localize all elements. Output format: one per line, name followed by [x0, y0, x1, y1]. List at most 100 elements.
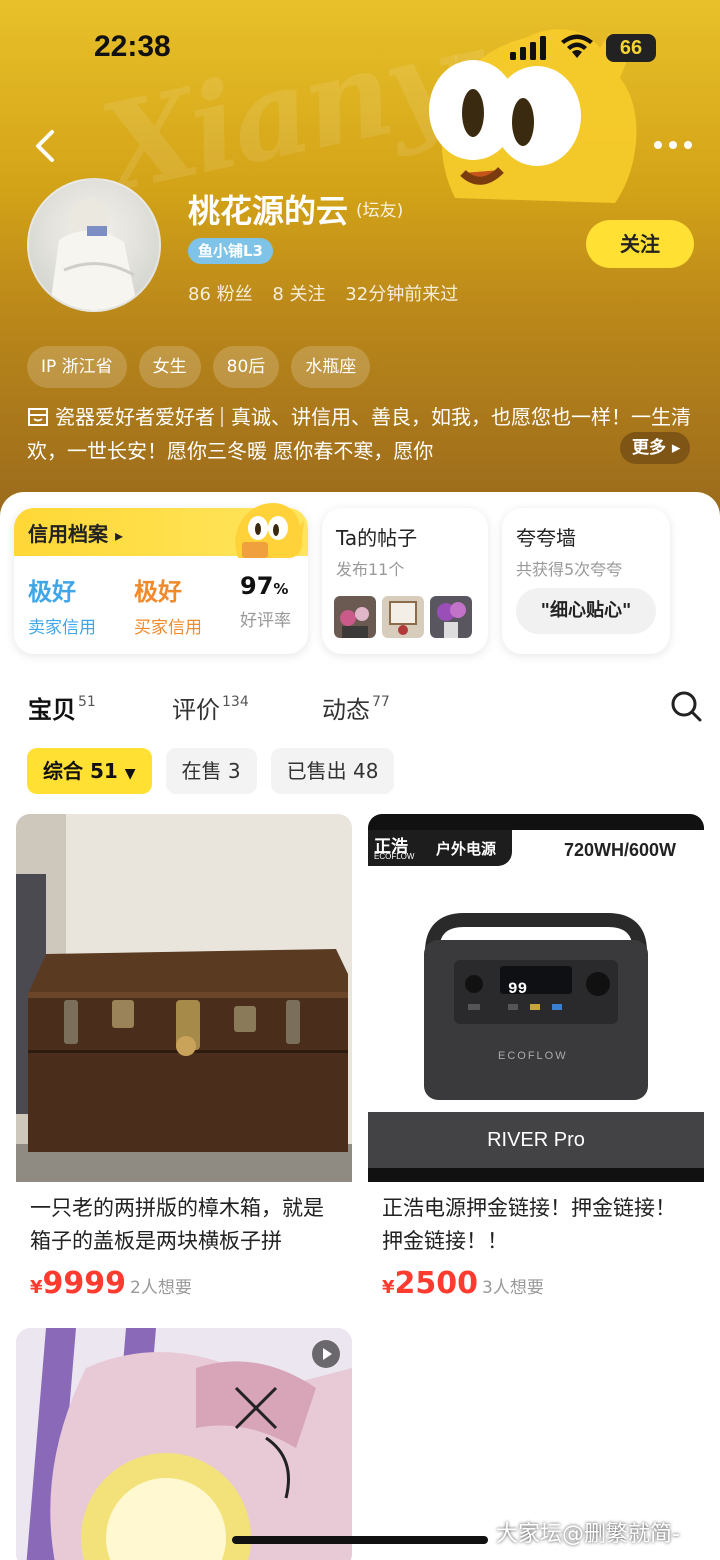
buyer-credit-label: 买家信用 — [134, 618, 202, 638]
product-title: 一只老的两拼版的樟木箱，就是箱子的盖板是两块横板子拼 — [30, 1196, 324, 1253]
user-stats: 86 粉丝 8 关注 32分钟前来过 — [188, 280, 472, 306]
avatar-illustration — [49, 198, 139, 310]
content-tabs: 宝贝 51 评价 134 动态 77 — [28, 690, 708, 730]
rating-unit: % — [273, 580, 289, 598]
following-count[interactable]: 8 关注 — [272, 284, 325, 305]
praise-title: 夸夸墙 — [516, 526, 576, 550]
tab-reviews-count: 134 — [222, 694, 249, 710]
filter-all-label: 综合 51 — [43, 759, 118, 783]
status-time: 22:38 — [94, 30, 171, 63]
rating-label: 好评率 — [240, 611, 291, 631]
model-banner: RIVER Pro — [368, 1112, 704, 1168]
tab-items[interactable]: 宝贝 51 — [28, 690, 96, 726]
product-price: ¥9999 2人想要 — [30, 1266, 192, 1301]
caret-down-icon: ▼ — [124, 766, 136, 782]
back-arrow-icon[interactable] — [28, 126, 64, 166]
filter-chips: 综合 51 ▼ 在售 3 已售出 48 — [27, 748, 395, 794]
price-currency: ¥ — [30, 1277, 43, 1298]
product-image-camphor-chest — [16, 814, 352, 1182]
follow-button[interactable]: 关注 — [586, 220, 694, 268]
bio-more-label: 更多 — [632, 438, 666, 458]
bio-prefix: 瓷器爱好者爱好者 — [55, 405, 215, 429]
battery-indicator: 66 — [606, 34, 656, 62]
posts-card[interactable]: Ta的帖子 发布11个 — [322, 508, 488, 654]
product-card[interactable] — [16, 1328, 352, 1560]
positive-rating: 97% 好评率 — [240, 572, 291, 631]
fans-count[interactable]: 86 粉丝 — [188, 284, 253, 305]
power-station-illustration — [424, 913, 648, 1100]
tag-ip: IP 浙江省 — [27, 346, 127, 388]
bio-separator — [221, 407, 223, 427]
product-card[interactable]: 正浩 ECOFLOW 户外电源 720WH/600W 99 ECOFLOW RI… — [368, 814, 704, 1314]
tag-zodiac: 水瓶座 — [291, 346, 371, 388]
want-count: 3人想要 — [482, 1278, 544, 1298]
display-reading: 99 — [508, 980, 528, 998]
mascot-icon — [235, 503, 304, 558]
filter-on-sale[interactable]: 在售 3 — [165, 748, 257, 794]
seller-credit-label: 卖家信用 — [28, 618, 96, 638]
user-bio: 瓷器爱好者爱好者 真诚、讲信用、善良，如我，也愿您也一样！一生清欢，一世长安！愿你… — [27, 400, 692, 470]
posts-subtitle: 发布11个 — [336, 560, 405, 579]
praise-wall-card[interactable]: 夸夸墙 共获得5次夸夸 "细心贴心" — [502, 508, 670, 654]
tab-activity[interactable]: 动态 77 — [322, 690, 390, 725]
post-thumbnail[interactable] — [430, 596, 472, 638]
tab-reviews[interactable]: 评价 134 — [172, 690, 249, 725]
bio-more-button[interactable]: 更多 ▸ — [620, 432, 691, 464]
brand-en: ECOFLOW — [374, 852, 415, 861]
posts-title: Ta的帖子 — [336, 526, 418, 550]
tab-activity-label: 动态 — [322, 696, 370, 724]
tag-gender: 女生 — [138, 346, 201, 388]
want-count: 2人想要 — [130, 1278, 192, 1298]
price-value: 2500 — [394, 1266, 479, 1301]
triangle-right-icon: ▸ — [114, 526, 123, 545]
rating-number: 97 — [240, 572, 274, 600]
post-thumbnails — [334, 596, 472, 638]
username: 桃花源的云 — [188, 192, 349, 230]
price-value: 9999 — [42, 1266, 127, 1301]
triangle-right-icon: ▸ — [671, 438, 681, 458]
seller-credit: 极好 卖家信用 — [28, 572, 96, 638]
cellular-signal-icon — [510, 36, 546, 60]
brand-banner: 正浩 ECOFLOW 户外电源 — [368, 830, 512, 866]
device-logo: ECOFLOW — [498, 1050, 568, 1062]
product-price: ¥2500 3人想要 — [382, 1266, 544, 1301]
shop-icon — [28, 408, 48, 426]
product-spec: 720WH/600W — [564, 840, 677, 860]
product-image-anime-artwork — [16, 1328, 352, 1560]
tab-activity-count: 77 — [372, 694, 390, 710]
home-indicator[interactable] — [232, 1536, 488, 1544]
filter-sold[interactable]: 已售出 48 — [270, 748, 395, 794]
profile-header: Xianyu 22:38 66 桃花源的云 (坛友) 鱼小铺L3 86 粉丝 8… — [0, 0, 720, 520]
credit-title: 信用档案 ▸ — [28, 518, 123, 547]
seller-credit-value: 极好 — [28, 578, 76, 606]
tag-generation: 80后 — [212, 346, 280, 388]
search-icon[interactable] — [670, 690, 702, 722]
more-options-icon[interactable] — [652, 138, 694, 152]
wifi-icon — [561, 34, 593, 58]
product-card[interactable]: 一只老的两拼版的樟木箱，就是箱子的盖板是两块横板子拼 ¥9999 2人想要 — [16, 814, 352, 1314]
product-title: 正浩电源押金链接！押金链接！押金链接！！ — [382, 1196, 676, 1253]
user-avatar[interactable] — [27, 178, 161, 312]
price-currency: ¥ — [382, 1277, 395, 1298]
rating-value: 97% — [240, 572, 291, 600]
profile-tags: IP 浙江省 女生 80后 水瓶座 — [27, 346, 371, 388]
buyer-credit: 极好 买家信用 — [134, 572, 202, 638]
user-role: (坛友) — [356, 201, 404, 221]
watermark: 大家坛@删繁就简- — [496, 1522, 680, 1547]
product-image-power-station: 正浩 ECOFLOW 户外电源 720WH/600W 99 ECOFLOW RI… — [368, 814, 704, 1182]
praise-subtitle: 共获得5次夸夸 — [516, 560, 623, 579]
tab-items-count: 51 — [78, 694, 96, 710]
post-thumbnail[interactable] — [334, 596, 376, 638]
product-category: 户外电源 — [436, 841, 497, 858]
video-play-icon — [312, 1340, 340, 1368]
tab-reviews-label: 评价 — [172, 696, 220, 724]
filter-all[interactable]: 综合 51 ▼ — [27, 748, 152, 794]
last-seen: 32分钟前来过 — [345, 284, 459, 305]
buyer-credit-value: 极好 — [134, 578, 182, 606]
tab-items-label: 宝贝 — [28, 696, 76, 724]
credit-title-label: 信用档案 — [28, 522, 108, 546]
post-thumbnail[interactable] — [382, 596, 424, 638]
praise-pill: "细心贴心" — [516, 588, 656, 634]
status-bar: 22:38 66 — [0, 0, 720, 96]
shop-level-badge[interactable]: 鱼小铺L3 — [188, 238, 273, 264]
